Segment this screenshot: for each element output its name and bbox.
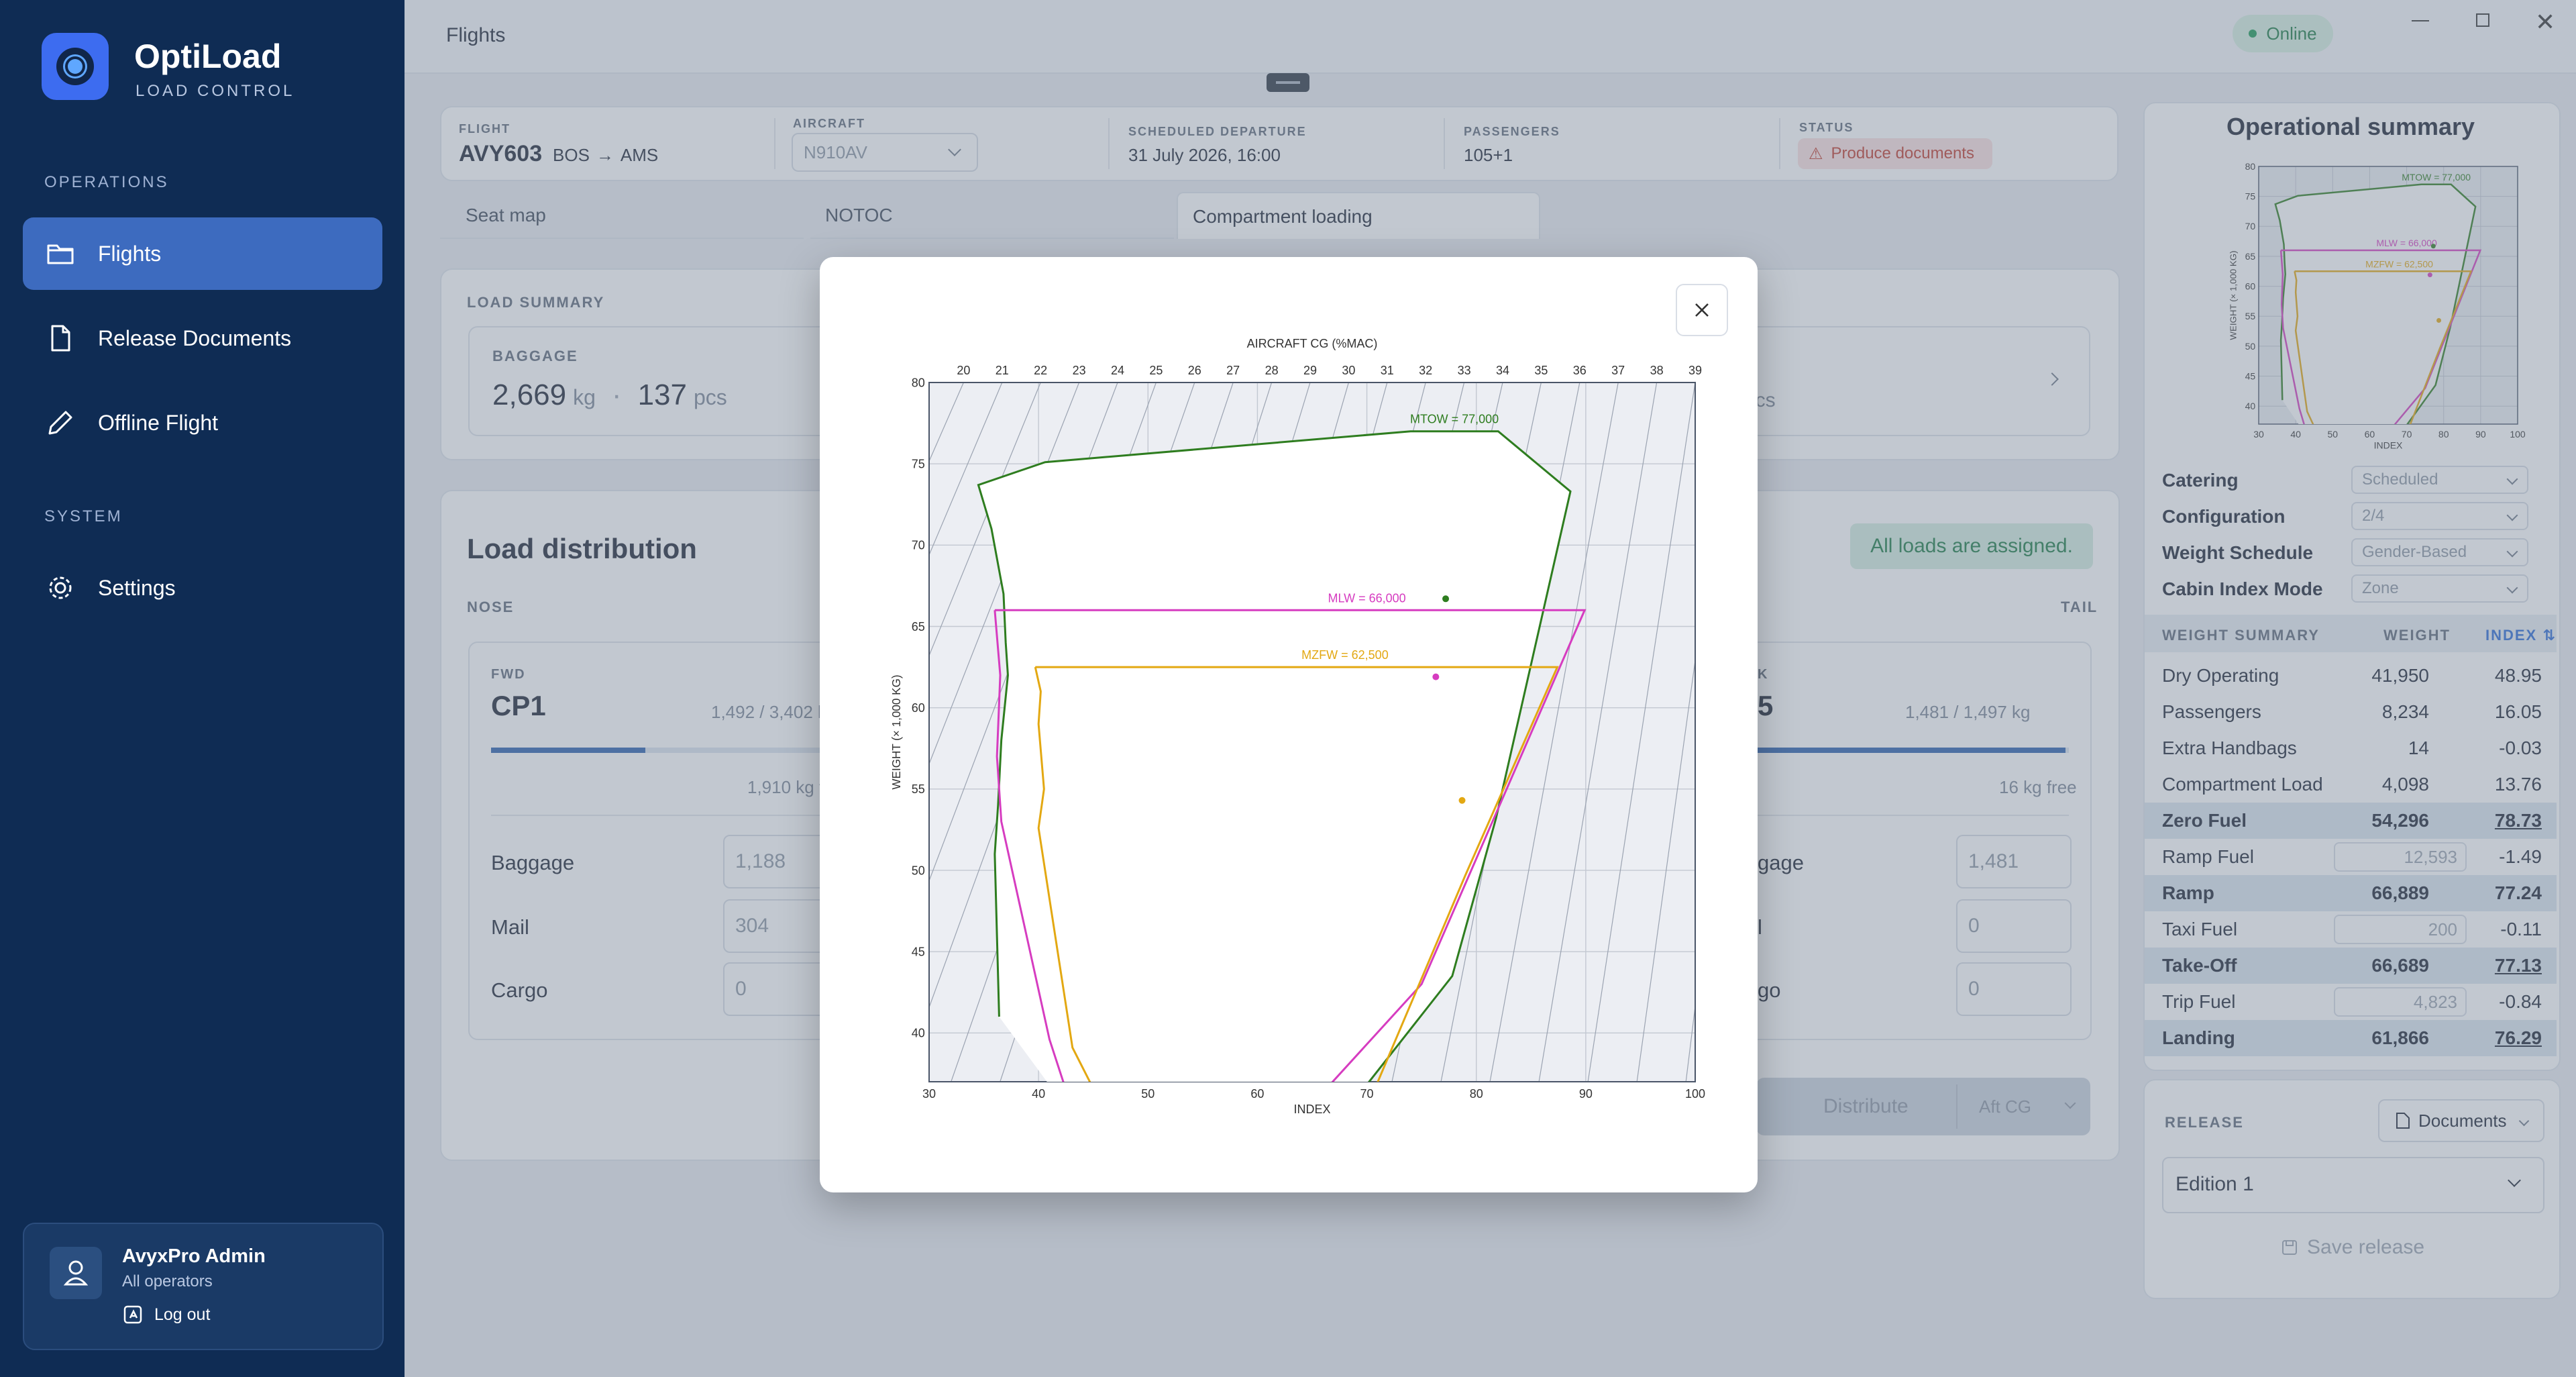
cg-marker: [1442, 595, 1450, 603]
logout-button[interactable]: Log out: [122, 1303, 210, 1326]
top-tick-label: 29: [1303, 364, 1317, 377]
y-tick-label: 45: [912, 945, 925, 958]
y-tick-label: 50: [912, 864, 925, 877]
sidebar-item-flights[interactable]: Flights: [23, 217, 382, 290]
cg-marker: [1432, 673, 1440, 680]
user-icon: [63, 1260, 89, 1286]
document-icon: [51, 325, 70, 352]
top-tick-label: 36: [1573, 364, 1587, 377]
app-subtitle: LOAD CONTROL: [136, 82, 295, 100]
cg-line: [820, 382, 925, 1082]
x-tick-label: 80: [1470, 1087, 1483, 1101]
cg-line: [1685, 1003, 1695, 1082]
y-tick-label: 40: [912, 1027, 925, 1040]
sidebar-item-settings[interactable]: Settings: [23, 552, 382, 624]
top-tick-label: 22: [1034, 364, 1047, 377]
top-tick-label: 37: [1611, 364, 1625, 377]
series-label: MZFW = 62,500: [1301, 648, 1389, 662]
user-role: All operators: [122, 1272, 213, 1290]
top-tick-label: 39: [1688, 364, 1702, 377]
series-label: MLW = 66,000: [1328, 591, 1405, 605]
y-axis-label: WEIGHT (× 1,000 KG): [890, 674, 903, 789]
cg-line: [820, 382, 887, 1082]
user-panel: AvyxPro Admin All operators Log out: [23, 1223, 384, 1350]
x-tick-label: 60: [1250, 1087, 1264, 1101]
top-tick-label: 30: [1342, 364, 1355, 377]
top-tick-label: 25: [1149, 364, 1163, 377]
folder-icon: [47, 244, 74, 264]
gear-icon: [49, 576, 72, 599]
sidebar-item-label: Offline Flight: [98, 410, 219, 435]
section-label-operations: OPERATIONS: [44, 173, 169, 191]
top-tick-label: 38: [1650, 364, 1664, 377]
y-tick-label: 75: [912, 457, 925, 470]
y-tick-label: 55: [912, 782, 925, 796]
x-tick-label: 50: [1141, 1087, 1155, 1101]
top-tick-label: 27: [1226, 364, 1240, 377]
top-tick-label: 26: [1188, 364, 1201, 377]
sidebar-item-release-documents[interactable]: Release Documents: [23, 302, 382, 374]
x-tick-label: 30: [922, 1087, 936, 1101]
top-tick-label: 20: [957, 364, 970, 377]
y-tick-label: 60: [912, 701, 925, 715]
top-tick-label: 34: [1496, 364, 1509, 377]
sidebar-item-label: Flights: [98, 241, 162, 266]
y-tick-label: 70: [912, 539, 925, 552]
y-tick-label: 65: [912, 620, 925, 633]
sidebar-item-label: Release Documents: [98, 325, 292, 350]
cg-line: [1735, 382, 1758, 1082]
app-name: OptiLoad: [134, 38, 282, 75]
cg-marker: [1458, 797, 1466, 804]
sidebar-item-label: Settings: [98, 575, 176, 600]
user-name: AvyxPro Admin: [122, 1245, 266, 1267]
top-tick-label: 23: [1073, 364, 1086, 377]
avatar: [50, 1247, 102, 1299]
top-tick-label: 28: [1265, 364, 1279, 377]
sidebar-item-offline-flight[interactable]: Offline Flight: [23, 387, 382, 459]
y-tick-label: 80: [912, 376, 925, 389]
top-tick-label: 31: [1381, 364, 1394, 377]
top-tick-label: 24: [1111, 364, 1124, 377]
top-tick-label: 21: [996, 364, 1009, 377]
cg-envelope-modal: MTOW = 77,000 MLW = 66,000 MZFW = 62,500 30…: [820, 257, 1758, 1192]
logout-icon: [123, 1305, 142, 1324]
series-label: MTOW = 77,000: [1410, 413, 1499, 426]
top-tick-label: 35: [1534, 364, 1548, 377]
cg-line: [820, 382, 848, 1082]
x-tick-label: 40: [1032, 1087, 1045, 1101]
top-tick-label: 32: [1419, 364, 1432, 377]
logo-icon: [56, 48, 94, 85]
top-axis-label: AIRCRAFT CG (%MAC): [1247, 337, 1378, 350]
x-tick-label: 100: [1685, 1087, 1705, 1101]
sidebar: OptiLoad LOAD CONTROL OPERATIONS Flights…: [0, 0, 405, 1377]
x-tick-label: 70: [1360, 1087, 1374, 1101]
pencil-icon: [48, 411, 72, 435]
x-tick-label: 90: [1579, 1087, 1593, 1101]
logout-label: Log out: [154, 1305, 211, 1324]
top-tick-label: 33: [1458, 364, 1471, 377]
app-logo: [42, 33, 109, 100]
x-axis-label: INDEX: [1293, 1103, 1330, 1116]
section-label-system: SYSTEM: [44, 507, 123, 525]
cg-envelope-chart: MTOW = 77,000 MLW = 66,000 MZFW = 62,500 30…: [820, 337, 1758, 1116]
